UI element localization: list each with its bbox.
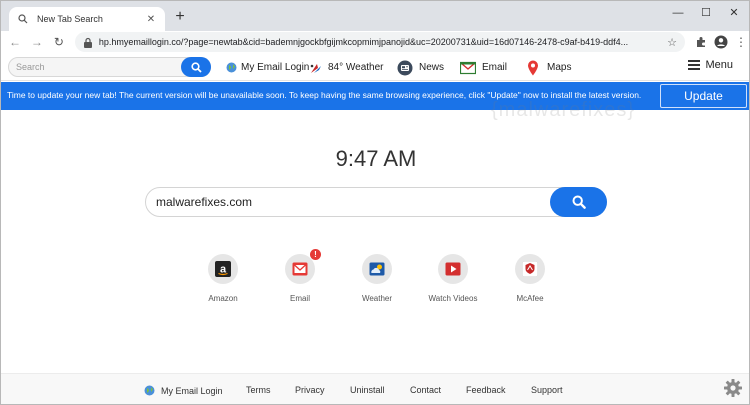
- main-search-input[interactable]: [156, 194, 536, 210]
- lock-icon: [83, 36, 93, 48]
- tile-label: Watch Videos: [428, 294, 478, 303]
- toolbar-link-label: My Email Login: [241, 62, 310, 73]
- minimize-icon[interactable]: —: [667, 5, 689, 21]
- footer-link-terms[interactable]: Terms: [246, 385, 271, 395]
- shortcut-circle: a: [208, 254, 238, 284]
- shortcut-circle: [438, 254, 468, 284]
- update-banner: Time to update your new tab! The current…: [1, 82, 749, 110]
- more-vertical-icon[interactable]: ⋮: [731, 32, 749, 52]
- gear-icon[interactable]: [723, 378, 743, 398]
- menu-label: Menu: [705, 59, 733, 71]
- site-toolbar: Search My Email Login 84° Weather News E…: [1, 54, 749, 81]
- main-search-button[interactable]: [550, 187, 607, 217]
- map-pin-icon: [525, 60, 541, 76]
- shortcut-tile-amazon[interactable]: a Amazon: [188, 254, 258, 303]
- footer-link-support[interactable]: Support: [531, 385, 563, 395]
- toolbar-link-my-email-login[interactable]: My Email Login: [225, 59, 309, 76]
- footer-link-feedback[interactable]: Feedback: [466, 385, 506, 395]
- video-icon: [445, 262, 461, 276]
- maximize-icon[interactable]: ☐: [695, 5, 717, 21]
- shortcut-tile-watch-videos[interactable]: Watch Videos: [418, 254, 488, 303]
- toolbar-link-weather[interactable]: 84° Weather: [309, 59, 384, 76]
- toolbar-link-label: Maps: [547, 62, 572, 73]
- address-bar[interactable]: hp.hmyemaillogin.co/?page=newtab&cid=bad…: [74, 32, 685, 52]
- email-icon: [460, 60, 476, 76]
- watermark: {malwarefixes}: [491, 99, 636, 121]
- footer-link-privacy[interactable]: Privacy: [295, 385, 325, 395]
- tile-label: McAfee: [516, 294, 544, 303]
- shortcut-tile-weather[interactable]: Weather: [342, 254, 412, 303]
- footer-link-my-email-login[interactable]: My Email Login: [144, 385, 223, 396]
- main-search-box: [145, 187, 607, 217]
- footer-link-label: My Email Login: [161, 385, 223, 396]
- url-text: hp.hmyemaillogin.co/?page=newtab&cid=bad…: [98, 37, 629, 47]
- amazon-icon: a: [215, 261, 231, 277]
- bookmark-star-icon[interactable]: ☆: [667, 36, 677, 49]
- browser-tab[interactable]: New Tab Search ✕: [9, 7, 165, 31]
- forward-icon[interactable]: →: [27, 32, 47, 52]
- extensions-icon[interactable]: [691, 32, 711, 52]
- email-icon: [292, 262, 308, 276]
- shortcut-tile-email[interactable]: ! Email: [265, 249, 335, 303]
- toolbar-link-label: Email: [482, 62, 508, 73]
- search-icon: [17, 13, 29, 25]
- search-icon: [190, 61, 202, 73]
- footer-link-uninstall[interactable]: Uninstall: [350, 385, 385, 395]
- hamburger-icon: [688, 60, 701, 70]
- footer: My Email Login Terms Privacy Uninstall C…: [1, 373, 749, 404]
- mcafee-icon: [522, 261, 538, 277]
- search-icon: [572, 195, 586, 209]
- tile-label: Weather: [361, 294, 393, 303]
- news-icon: [397, 60, 413, 76]
- toolbar-link-label: News: [419, 62, 445, 73]
- toolbar-link-maps[interactable]: Maps: [525, 59, 571, 76]
- menu-button[interactable]: Menu: [688, 59, 733, 71]
- globe-icon: [144, 385, 155, 396]
- notification-badge: !: [310, 249, 321, 260]
- navigation-bar: ← → ↻ hp.hmyemaillogin.co/?page=newtab&c…: [1, 31, 749, 53]
- profile-avatar-icon[interactable]: [711, 32, 731, 52]
- shortcut-tile-mcafee[interactable]: McAfee: [495, 254, 565, 303]
- toolbar-search-button[interactable]: [181, 57, 211, 77]
- weather-icon: [369, 262, 385, 276]
- reload-icon[interactable]: ↻: [49, 32, 69, 52]
- shortcut-circle: [515, 254, 545, 284]
- shortcut-circle: [362, 254, 392, 284]
- toolbar-link-label: 84° Weather: [328, 62, 384, 73]
- weather-icon: [309, 60, 323, 76]
- tab-strip: New Tab Search ✕ + — ☐ ✕: [1, 1, 749, 31]
- globe-icon: [225, 62, 237, 74]
- close-tab-icon[interactable]: ✕: [145, 14, 157, 25]
- tab-title: New Tab Search: [37, 14, 103, 24]
- back-icon[interactable]: ←: [5, 32, 25, 52]
- browser-window: New Tab Search ✕ + — ☐ ✕ ← → ↻ hp.hmyema…: [0, 0, 750, 405]
- shortcut-circle: !: [285, 249, 321, 284]
- close-window-icon[interactable]: ✕: [723, 5, 745, 21]
- update-button[interactable]: Update: [660, 84, 747, 108]
- tile-label: Email: [289, 294, 310, 303]
- tile-label: Amazon: [208, 294, 238, 303]
- toolbar-link-news[interactable]: News: [397, 59, 444, 76]
- footer-link-contact[interactable]: Contact: [410, 385, 441, 395]
- new-tab-button[interactable]: +: [171, 9, 189, 27]
- toolbar-link-email[interactable]: Email: [460, 59, 507, 76]
- clock: 9:47 AM: [335, 146, 417, 171]
